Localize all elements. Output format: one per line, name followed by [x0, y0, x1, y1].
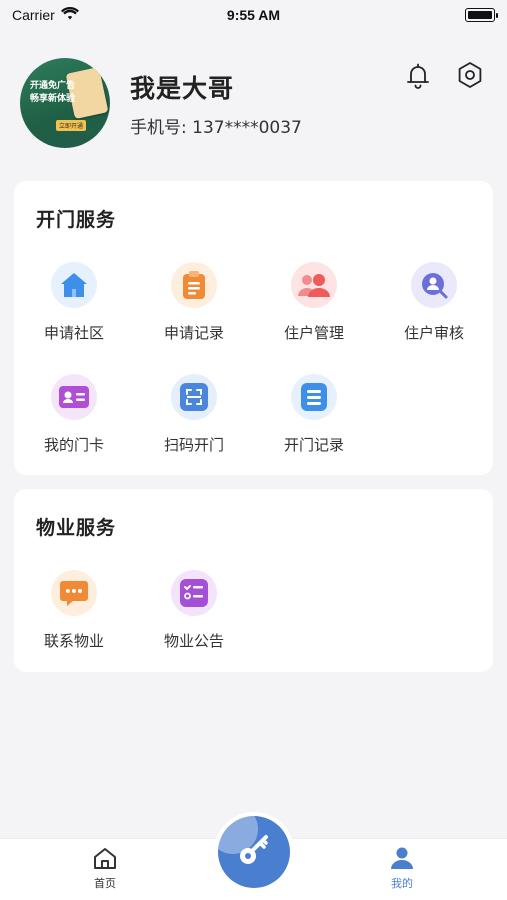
grid-label: 物业公告 [163, 632, 224, 650]
door-service-title: 开门服务 [36, 209, 117, 231]
tab-mine-label: 我的 [391, 877, 413, 890]
checklist-icon [171, 570, 217, 616]
grid-item-apply-community[interactable]: 申请社区 [14, 262, 134, 343]
grid-item-resident-manage[interactable]: 住户管理 [254, 262, 374, 343]
open-door-button-circle [218, 816, 290, 888]
home-tab-icon [93, 847, 117, 873]
battery-icon [465, 8, 498, 22]
grid-label: 住户审核 [403, 324, 464, 342]
id-card-icon [51, 374, 97, 420]
avatar-line-2: 畅享新体验 [30, 94, 76, 104]
grid-item-property-notice[interactable]: 物业公告 [134, 570, 254, 651]
tab-mine[interactable]: 我的 [362, 847, 442, 891]
wifi-icon [60, 6, 79, 23]
open-door-button[interactable] [214, 812, 294, 892]
status-left: Carrier [12, 6, 79, 23]
status-bar: Carrier 9:55 AM [0, 0, 507, 30]
grid-label: 开门记录 [283, 436, 344, 454]
grid-label: 扫码开门 [163, 436, 224, 454]
grid-item-scan-open[interactable]: 扫码开门 [134, 374, 254, 455]
avatar-text: 开通免广告 畅享新体验 [30, 80, 75, 106]
tab-home-label: 首页 [94, 877, 116, 890]
list-icon [291, 374, 337, 420]
avatar[interactable]: 开通免广告 畅享新体验 立即开通 [20, 58, 110, 148]
status-time: 9:55 AM [226, 7, 281, 23]
profile-actions [401, 58, 487, 92]
profile-phone: 手机号: 137****0037 [130, 117, 302, 138]
key-icon [237, 833, 271, 871]
avatar-line-1: 开通免广告 [30, 81, 76, 91]
grid-item-contact-property[interactable]: 联系物业 [14, 570, 134, 651]
clipboard-icon [171, 262, 217, 308]
grid-label: 申请记录 [163, 324, 224, 342]
profile-info: 我是大哥 手机号: 137****0037 [130, 69, 302, 138]
profile-name: 我是大哥 [130, 73, 235, 103]
avatar-tag: 立即开通 [56, 120, 87, 131]
settings-icon[interactable] [453, 58, 487, 92]
scan-icon [171, 374, 217, 420]
door-service-card: 开门服务 申请社区 申请记录 住户管理 住户审核 我的门卡 扫码开门 开门记录 [14, 181, 493, 475]
grid-item-open-record[interactable]: 开门记录 [254, 374, 374, 455]
grid-label: 住户管理 [283, 324, 344, 342]
property-service-card: 物业服务 联系物业 物业公告 [14, 489, 493, 672]
profile-header: 开通免广告 畅享新体验 立即开通 我是大哥 手机号: 137****0037 [20, 58, 487, 148]
user-search-icon [411, 262, 457, 308]
home-icon [51, 262, 97, 308]
grid-label: 联系物业 [43, 632, 104, 650]
grid-item-apply-record[interactable]: 申请记录 [134, 262, 254, 343]
users-icon [291, 262, 337, 308]
bell-icon[interactable] [401, 58, 435, 92]
grid-label: 我的门卡 [43, 436, 104, 454]
user-tab-icon [390, 847, 414, 873]
grid-item-resident-review[interactable]: 住户审核 [374, 262, 494, 343]
carrier-label: Carrier [12, 7, 55, 23]
property-service-title: 物业服务 [36, 517, 117, 539]
tab-home[interactable]: 首页 [65, 847, 145, 891]
grid-item-my-card[interactable]: 我的门卡 [14, 374, 134, 455]
chat-icon [51, 570, 97, 616]
grid-label: 申请社区 [43, 324, 104, 342]
